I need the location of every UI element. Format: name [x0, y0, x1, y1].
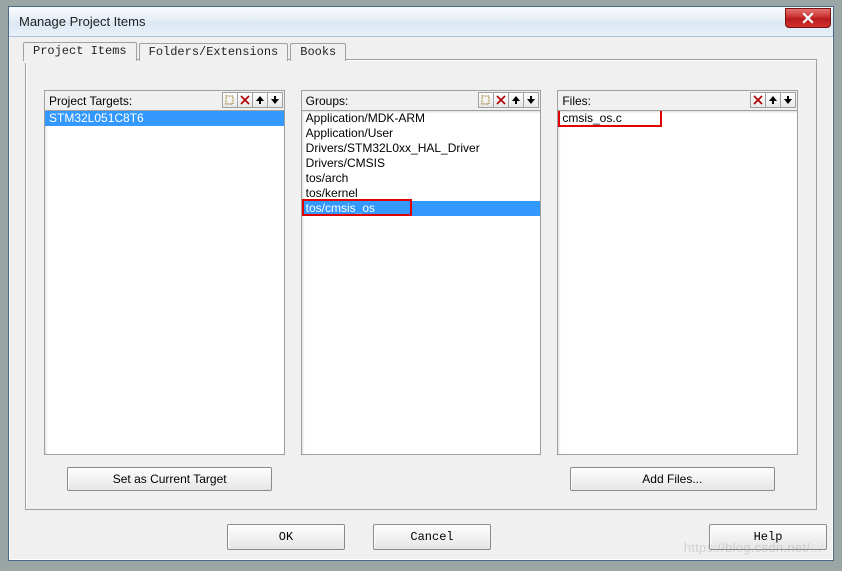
move-down-button[interactable] — [780, 92, 796, 108]
list-item[interactable]: tos/arch — [302, 171, 541, 186]
panels-row: Project Targets: STM32L051C8T6 — [44, 90, 798, 455]
move-down-button[interactable] — [523, 92, 539, 108]
tab-books[interactable]: Books — [290, 43, 346, 61]
list-item[interactable]: Application/User — [302, 126, 541, 141]
move-up-icon — [255, 95, 265, 105]
list-item[interactable]: cmsis_os.c — [558, 111, 797, 126]
list-targets[interactable]: STM32L051C8T6 — [44, 110, 285, 455]
new-button[interactable] — [478, 92, 494, 108]
ok-button[interactable]: OK — [227, 524, 345, 550]
panel-targets: Project Targets: STM32L051C8T6 — [44, 90, 285, 455]
panel-tools-targets — [223, 92, 283, 108]
move-down-icon — [526, 95, 536, 105]
close-button[interactable] — [785, 8, 831, 28]
list-groups[interactable]: Application/MDK-ARM Application/User Dri… — [301, 110, 542, 455]
dialog-buttons: OK Cancel Help — [9, 522, 833, 552]
delete-icon — [240, 95, 250, 105]
close-icon — [802, 12, 814, 24]
list-item[interactable]: tos/kernel — [302, 186, 541, 201]
panel-tools-groups — [479, 92, 539, 108]
list-item[interactable]: tos/cmsis_os — [302, 201, 541, 216]
list-item[interactable]: Drivers/STM32L0xx_HAL_Driver — [302, 141, 541, 156]
panel-bottom-buttons: Set as Current Target Add Files... — [44, 467, 798, 495]
new-button[interactable] — [222, 92, 238, 108]
list-item[interactable]: STM32L051C8T6 — [45, 111, 284, 126]
move-up-button[interactable] — [252, 92, 268, 108]
titlebar: Manage Project Items — [9, 7, 833, 37]
tab-folders-extensions[interactable]: Folders/Extensions — [139, 43, 289, 61]
window-title: Manage Project Items — [15, 14, 145, 29]
delete-icon — [753, 95, 763, 105]
panel-label-targets: Project Targets: — [49, 94, 132, 108]
list-files[interactable]: cmsis_os.c — [557, 110, 798, 455]
panel-files: Files: cmsis_os.c — [557, 90, 798, 455]
move-up-icon — [768, 95, 778, 105]
delete-icon — [496, 95, 506, 105]
panel-header-files: Files: — [557, 90, 798, 110]
panel-header-targets: Project Targets: — [44, 90, 285, 110]
dialog-window: Manage Project Items Project Items Folde… — [8, 6, 834, 561]
move-down-icon — [270, 95, 280, 105]
new-icon — [225, 95, 235, 105]
add-files-button[interactable]: Add Files... — [570, 467, 775, 491]
delete-button[interactable] — [237, 92, 253, 108]
delete-button[interactable] — [750, 92, 766, 108]
cancel-button[interactable]: Cancel — [373, 524, 491, 550]
move-down-icon — [783, 95, 793, 105]
move-down-button[interactable] — [267, 92, 283, 108]
panel-groups: Groups: Application/MDK-ARM Application/… — [301, 90, 542, 455]
panel-label-files: Files: — [562, 94, 591, 108]
new-icon — [481, 95, 491, 105]
client-area: Project Items Folders/Extensions Books P… — [9, 37, 833, 560]
move-up-icon — [511, 95, 521, 105]
help-button[interactable]: Help — [709, 524, 827, 550]
move-up-button[interactable] — [508, 92, 524, 108]
tab-bar: Project Items Folders/Extensions Books — [23, 43, 348, 61]
tab-project-items[interactable]: Project Items — [23, 42, 137, 61]
delete-button[interactable] — [493, 92, 509, 108]
move-up-button[interactable] — [765, 92, 781, 108]
set-current-target-button[interactable]: Set as Current Target — [67, 467, 272, 491]
tab-frame: Project Targets: STM32L051C8T6 — [25, 59, 817, 510]
panel-tools-files — [751, 92, 796, 108]
list-item[interactable]: Application/MDK-ARM — [302, 111, 541, 126]
panel-header-groups: Groups: — [301, 90, 542, 110]
list-item[interactable]: Drivers/CMSIS — [302, 156, 541, 171]
panel-label-groups: Groups: — [306, 94, 349, 108]
